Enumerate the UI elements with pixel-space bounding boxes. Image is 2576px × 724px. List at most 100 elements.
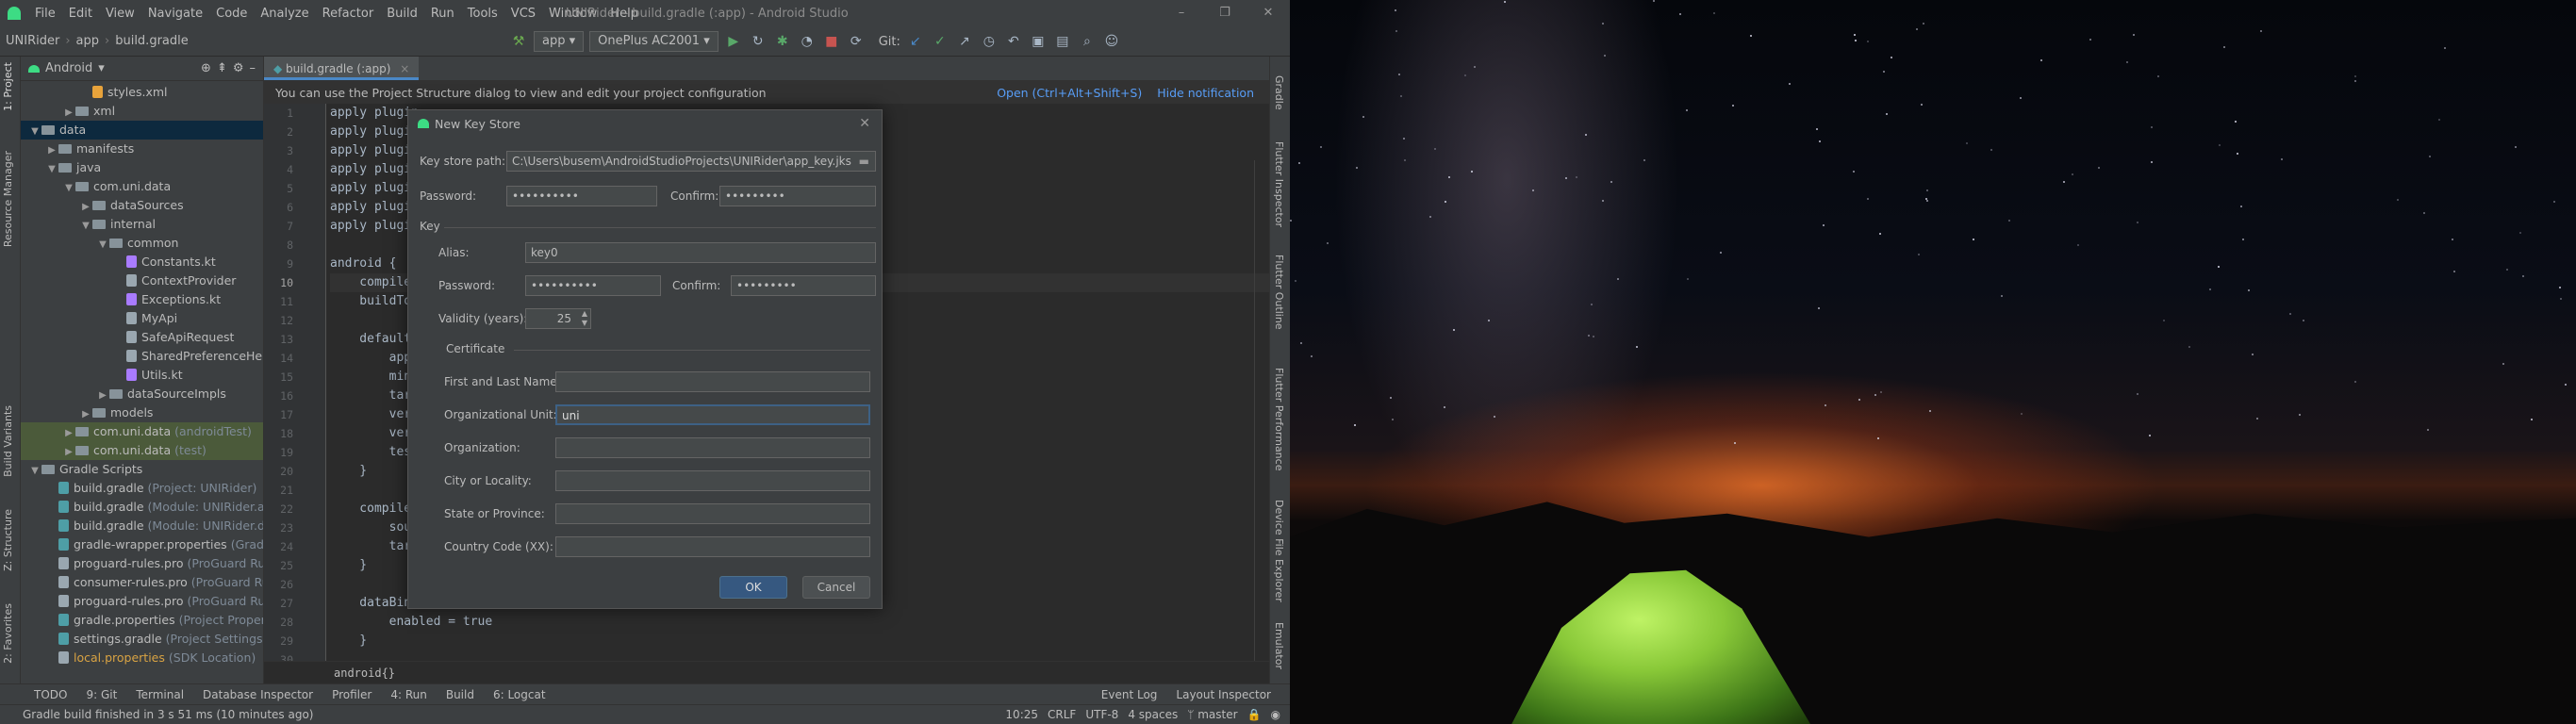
file-encoding[interactable]: UTF-8	[1085, 705, 1118, 724]
tree-item[interactable]: local.properties (SDK Location)	[21, 649, 263, 667]
tree-item[interactable]: ▼ common	[21, 234, 263, 253]
search-icon[interactable]: ⌕	[1078, 32, 1097, 51]
menu-analyze[interactable]: Analyze	[254, 7, 315, 21]
validity-spinner[interactable]: 25 ▲ ▼	[525, 308, 591, 329]
breadcrumb-file[interactable]: build.gradle	[109, 34, 194, 48]
tool-tab-build-variants[interactable]: Build Variants	[2, 405, 14, 477]
expanded-arrow-icon[interactable]: ▼	[45, 160, 58, 179]
sync-icon[interactable]: ⟳	[847, 32, 866, 51]
tree-item[interactable]: ▼ data	[21, 121, 263, 140]
run-icon[interactable]: ▶	[724, 32, 743, 51]
tree-item[interactable]: Exceptions.kt	[21, 290, 263, 309]
tool-event-log[interactable]: Event Log	[1092, 688, 1167, 701]
expanded-arrow-icon[interactable]: ▼	[79, 217, 92, 236]
menu-edit[interactable]: Edit	[62, 7, 99, 21]
expanded-arrow-icon[interactable]: ▼	[28, 123, 41, 141]
restore-icon[interactable]: ❐	[1203, 0, 1247, 26]
state-input[interactable]	[555, 503, 870, 524]
tree-item[interactable]: build.gradle(Module: UNIRider.data)	[21, 517, 263, 535]
avd-manager-icon[interactable]: ▤	[1053, 32, 1072, 51]
menu-run[interactable]: Run	[424, 7, 461, 21]
stop-icon[interactable]: ■	[822, 32, 841, 51]
sdk-manager-icon[interactable]: ▣	[1029, 32, 1048, 51]
tool-terminal[interactable]: Terminal	[126, 688, 193, 701]
organization-input[interactable]	[555, 437, 870, 458]
hide-panel-icon[interactable]: –	[250, 61, 256, 75]
locate-icon[interactable]: ⊕	[201, 61, 211, 75]
org-unit-input[interactable]: uni	[555, 404, 870, 425]
tool-run[interactable]: 4: Run	[381, 688, 437, 701]
keystore-path-input[interactable]: C:\Users\busem\AndroidStudioProjects\UNI…	[506, 151, 876, 172]
city-input[interactable]	[555, 470, 870, 491]
tool-tab-structure[interactable]: Z: Structure	[2, 509, 14, 571]
tree-item[interactable]: ▶ com.uni.data (androidTest)	[21, 422, 263, 441]
tool-layout-inspector[interactable]: Layout Inspector	[1166, 688, 1280, 701]
chevron-down-icon[interactable]: ▾	[98, 61, 105, 75]
tree-item[interactable]: MyApi	[21, 309, 263, 328]
tree-item[interactable]: ▶ dataSourceImpls	[21, 385, 263, 403]
collapsed-arrow-icon[interactable]: ▶	[96, 387, 109, 405]
tree-item[interactable]: ▶ xml	[21, 102, 263, 121]
close-tab-icon[interactable]: ×	[400, 62, 409, 75]
close-icon[interactable]: ✕	[859, 116, 870, 131]
tab-build-gradle[interactable]: ◆ build.gradle (:app) ×	[264, 57, 420, 80]
close-icon[interactable]: ✕	[1247, 0, 1290, 26]
expanded-arrow-icon[interactable]: ▼	[96, 236, 109, 255]
menu-navigate[interactable]: Navigate	[141, 7, 209, 21]
run-config-select[interactable]: app ▾	[534, 31, 585, 52]
tree-item[interactable]: build.gradle(Module: UNIRider.app)	[21, 498, 263, 517]
tree-item[interactable]: settings.gradle (Project Settings)	[21, 630, 263, 649]
key-password-input[interactable]: ••••••••••	[525, 275, 661, 296]
menu-view[interactable]: View	[99, 7, 141, 21]
tool-tab-gradle[interactable]: Gradle	[1273, 75, 1285, 110]
history-icon[interactable]: ◷	[980, 32, 999, 51]
expanded-arrow-icon[interactable]: ▼	[28, 462, 41, 481]
tree-item[interactable]: ▼ com.uni.data	[21, 177, 263, 196]
tree-item[interactable]: consumer-rules.pro(ProGuard Rules fo	[21, 573, 263, 592]
tool-logcat[interactable]: 6: Logcat	[484, 688, 555, 701]
folder-icon[interactable]: ▬	[859, 152, 869, 171]
git-push-icon[interactable]: ↗	[955, 32, 974, 51]
tree-item[interactable]: Utils.kt	[21, 366, 263, 385]
alias-input[interactable]: key0	[525, 242, 876, 263]
debug-icon[interactable]: ✱	[773, 32, 792, 51]
menu-tools[interactable]: Tools	[461, 7, 504, 21]
menu-build[interactable]: Build	[380, 7, 424, 21]
collapsed-arrow-icon[interactable]: ▶	[79, 198, 92, 217]
tree-item[interactable]: ▶ dataSources	[21, 196, 263, 215]
lock-icon[interactable]: 🔒	[1247, 705, 1262, 724]
collapsed-arrow-icon[interactable]: ▶	[62, 443, 75, 462]
collapsed-arrow-icon[interactable]: ▶	[45, 141, 58, 160]
indent-setting[interactable]: 4 spaces	[1128, 705, 1178, 724]
caret-position[interactable]: 10:25	[1005, 705, 1038, 724]
git-update-icon[interactable]: ↙	[906, 32, 925, 51]
inspector-icon[interactable]: ◉	[1271, 705, 1280, 724]
password-input[interactable]: ••••••••••	[506, 186, 657, 206]
spinner-arrows-icon[interactable]: ▲ ▼	[582, 309, 587, 328]
cancel-button[interactable]: Cancel	[802, 576, 870, 599]
line-separator[interactable]: CRLF	[1048, 705, 1076, 724]
tree-item[interactable]: ContextProvider	[21, 272, 263, 290]
tree-item[interactable]: gradle-wrapper.properties(Gradle Ver	[21, 535, 263, 554]
menu-vcs[interactable]: VCS	[504, 7, 542, 21]
tool-build[interactable]: Build	[437, 688, 484, 701]
minimize-icon[interactable]: –	[1160, 0, 1203, 26]
git-commit-icon[interactable]: ✓	[931, 32, 949, 51]
tool-tab-flutter-performance[interactable]: Flutter Performance	[1273, 368, 1285, 470]
tree-item[interactable]: ▶ com.uni.data (test)	[21, 441, 263, 460]
tool-todo[interactable]: TODO	[25, 688, 76, 701]
tool-tab-project[interactable]: 1: Project	[2, 62, 14, 111]
tool-profiler[interactable]: Profiler	[322, 688, 381, 701]
expanded-arrow-icon[interactable]: ▼	[62, 179, 75, 198]
collapsed-arrow-icon[interactable]: ▶	[62, 104, 75, 123]
gear-icon[interactable]: ⚙	[233, 61, 244, 75]
tool-database-inspector[interactable]: Database Inspector	[193, 688, 322, 701]
avatar-icon[interactable]: ☺	[1102, 32, 1121, 51]
open-project-structure-link[interactable]: Open (Ctrl+Alt+Shift+S)	[997, 86, 1142, 100]
tree-item[interactable]: ▼ java	[21, 158, 263, 177]
country-code-input[interactable]	[555, 536, 870, 557]
tree-item[interactable]: gradle.properties(Project Properties)	[21, 611, 263, 630]
tree-item[interactable]: SharedPreferenceHelper	[21, 347, 263, 366]
tool-tab-flutter-outline[interactable]: Flutter Outline	[1273, 255, 1285, 330]
device-select[interactable]: OnePlus AC2001 ▾	[589, 31, 718, 52]
